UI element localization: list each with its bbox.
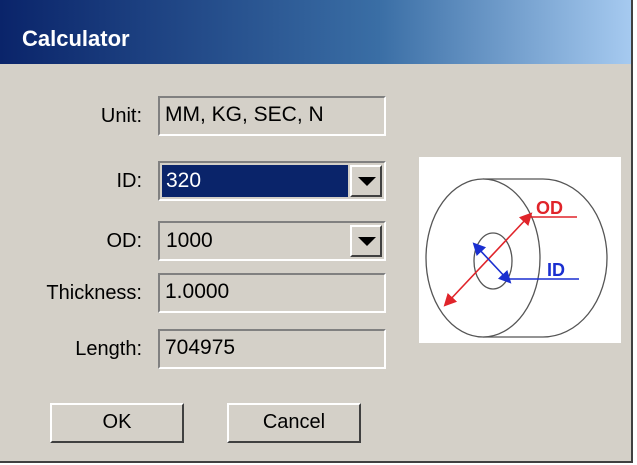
id-label: ID: xyxy=(116,170,142,192)
chevron-down-icon[interactable] xyxy=(350,225,382,257)
cancel-button[interactable]: Cancel xyxy=(227,403,361,443)
length-field: 704975 xyxy=(158,329,386,369)
pipe-cross-section-icon: OD ID xyxy=(425,178,608,338)
unit-label: Unit: xyxy=(100,105,142,127)
calculator-dialog: Calculator Unit: MM, KG, SEC, N ID: 320 … xyxy=(0,0,633,463)
chevron-down-icon[interactable] xyxy=(350,165,382,197)
title-bar[interactable]: Calculator xyxy=(0,0,631,64)
unit-field: MM, KG, SEC, N xyxy=(158,96,386,136)
od-diagram-label: OD xyxy=(536,198,563,218)
ok-button[interactable]: OK xyxy=(50,403,184,443)
window-title: Calculator xyxy=(22,26,130,51)
od-label: OD: xyxy=(106,230,142,252)
od-combobox[interactable]: 1000 xyxy=(158,221,386,261)
id-combobox-value[interactable]: 320 xyxy=(162,165,348,197)
thickness-label: Thickness: xyxy=(46,282,142,304)
pipe-diagram: OD ID xyxy=(419,157,621,343)
id-combobox[interactable]: 320 xyxy=(158,161,386,201)
id-diagram-label: ID xyxy=(547,260,565,280)
length-label: Length: xyxy=(75,338,142,360)
od-combobox-value[interactable]: 1000 xyxy=(162,225,348,257)
thickness-field: 1.0000 xyxy=(158,273,386,313)
